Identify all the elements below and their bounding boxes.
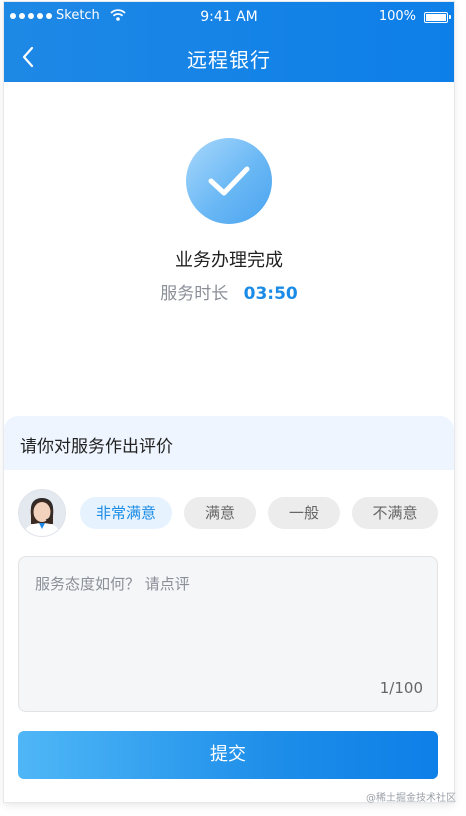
battery-icon	[424, 12, 451, 23]
page-title: 远程银行	[187, 48, 271, 72]
rating-option-satisfied[interactable]: 满意	[184, 497, 256, 529]
char-counter: 1/100	[379, 679, 423, 697]
agent-avatar	[18, 489, 66, 537]
submit-button[interactable]: 提交	[18, 731, 438, 779]
service-duration: 服务时长 03:50	[4, 279, 454, 304]
header-bar: Sketch 9:41 AM 100% 远程银行	[4, 2, 454, 82]
comment-input[interactable]	[33, 571, 427, 675]
rating-title: 请你对服务作出评价	[20, 437, 173, 457]
watermark: @稀土掘金技术社区	[366, 793, 456, 804]
duration-value: 03:50	[243, 284, 298, 304]
success-badge	[186, 138, 272, 224]
app-screen: Sketch 9:41 AM 100% 远程银行 业务办理完成 服务时长 03:…	[4, 2, 454, 802]
duration-label: 服务时长	[160, 284, 229, 304]
check-icon	[208, 166, 250, 196]
rating-option-very-satisfied[interactable]: 非常满意	[80, 497, 172, 529]
comment-box: 1/100	[18, 556, 438, 712]
rating-option-unsatisfied[interactable]: 不满意	[352, 497, 438, 529]
rating-section-header: 请你对服务作出评价	[4, 416, 454, 470]
rating-option-average[interactable]: 一般	[268, 497, 340, 529]
result-title: 业务办理完成	[175, 250, 283, 271]
battery-percent: 100%	[378, 9, 416, 24]
status-bar: Sketch 9:41 AM 100%	[4, 2, 454, 32]
